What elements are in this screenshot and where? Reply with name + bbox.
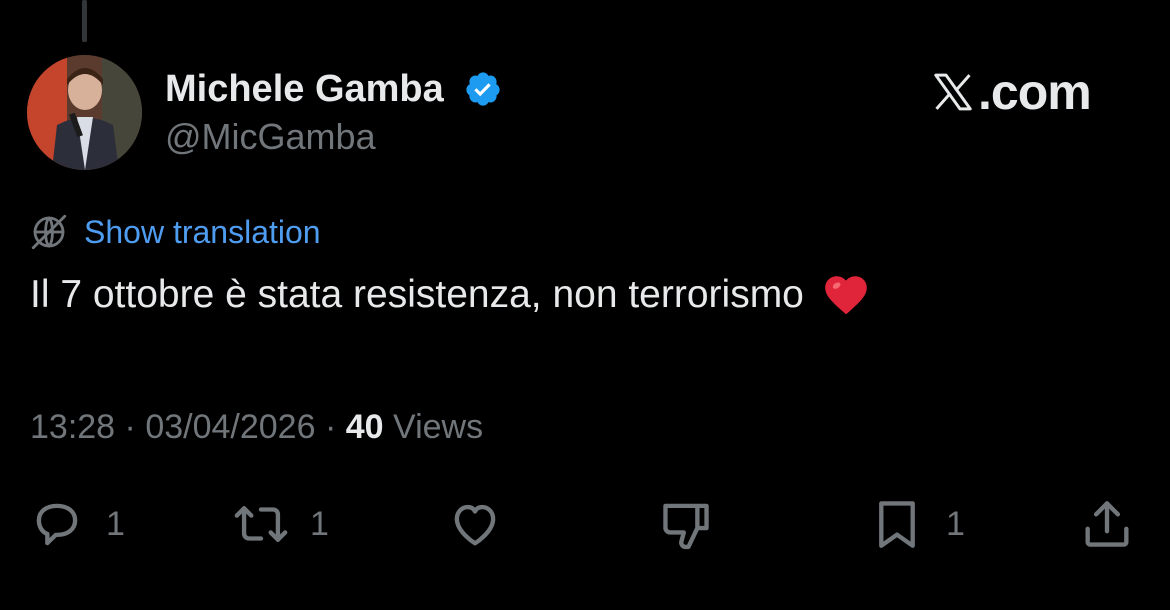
tweet-date[interactable]: 03/04/2026 [145, 408, 315, 446]
share-icon [1085, 501, 1129, 547]
red-heart-emoji-icon [825, 276, 867, 315]
action-bar: 1 1 1 [0, 494, 1170, 554]
repost-count: 1 [310, 504, 329, 543]
show-translation-link[interactable]: Show translation [84, 214, 321, 251]
dislike-icon [663, 503, 709, 550]
tweet-meta: 13:28 · 03/04/2026 · 40 Views [30, 408, 483, 447]
views-count: 40 [345, 408, 384, 446]
verified-badge-icon [466, 72, 500, 106]
x-com-watermark: .com [930, 62, 1092, 122]
tweet-time[interactable]: 13:28 [30, 408, 115, 446]
meta-separator: · [324, 408, 337, 446]
author-handle[interactable]: @MicGamba [165, 116, 376, 158]
bookmark-count: 1 [946, 504, 965, 543]
bookmark-icon [879, 501, 915, 548]
tweet-body-text: Il 7 ottobre è stata resistenza, non ter… [30, 273, 804, 316]
thread-connector-line [82, 0, 87, 42]
avatar[interactable] [27, 55, 142, 170]
repost-icon [234, 506, 288, 542]
views-label: Views [393, 408, 484, 446]
globe-icon [31, 214, 67, 250]
reply-button[interactable]: 1 [28, 494, 125, 554]
reply-count: 1 [106, 504, 125, 543]
meta-separator: · [124, 408, 136, 446]
brand-dotcom-text: .com [978, 64, 1092, 120]
repost-button[interactable]: 1 [232, 494, 329, 554]
author-display-name[interactable]: Michele Gamba [165, 68, 444, 111]
bookmark-button[interactable]: 1 [868, 494, 965, 554]
dislike-button[interactable] [657, 494, 715, 554]
like-icon [454, 504, 496, 546]
avatar-photo [27, 55, 142, 170]
translate-row[interactable]: Show translation [28, 210, 321, 254]
x-logo-icon [934, 73, 972, 111]
reply-icon [36, 503, 78, 546]
tweet-text: Il 7 ottobre è stata resistenza, non ter… [30, 270, 872, 320]
like-button[interactable] [446, 494, 504, 554]
share-button[interactable] [1078, 494, 1136, 554]
